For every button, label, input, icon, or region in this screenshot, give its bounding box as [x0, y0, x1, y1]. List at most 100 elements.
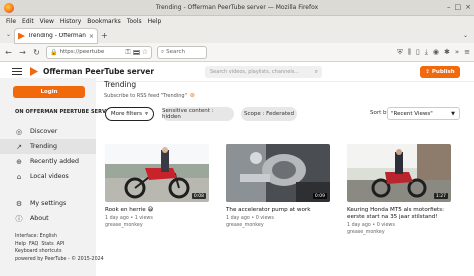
video-card[interactable]: 1:27 Keuring Honda MT5 als motorfiets: e…	[347, 144, 451, 236]
app-menu-icon[interactable]: ≡	[464, 48, 470, 56]
tab-close-icon[interactable]: ×	[89, 33, 94, 40]
tab-title: Trending - Offerman PeerTube	[28, 33, 86, 39]
sidebar-item-discover[interactable]: ◎ Discover	[0, 124, 96, 139]
more-filters-label: More filters	[110, 111, 142, 117]
menu-edit[interactable]: Edit	[22, 18, 34, 25]
forward-icon[interactable]: →	[18, 48, 27, 57]
sidebar-footer: Interface: English Help FAQ Stats API Ke…	[15, 233, 104, 263]
sidebar-item-local-videos[interactable]: ⌂ Local videos	[0, 169, 96, 184]
overflow-menu-icon[interactable]: »	[455, 48, 459, 56]
close-window-button[interactable]: ×	[465, 3, 471, 12]
bookmark-star-icon[interactable]: ☆	[142, 48, 148, 56]
reload-icon[interactable]: ↻	[32, 48, 41, 57]
sidebar-item-about[interactable]: ⓘ About	[0, 211, 96, 226]
permissions-icon[interactable]: ⚿	[125, 48, 130, 57]
publish-button[interactable]: ⇪ Publish	[420, 66, 460, 78]
downloads-icon[interactable]: ⤓	[425, 48, 428, 57]
sidebar-item-trending[interactable]: ↗ Trending	[0, 139, 96, 154]
tab-bar: ⌄ Trending - Offerman PeerTube × + ⌄	[0, 27, 474, 43]
footer-link-stats[interactable]: Stats	[41, 242, 53, 247]
video-title[interactable]: Keuring Honda MT5 als motorfiets: eerste…	[347, 207, 451, 221]
peertube-logo-icon[interactable]	[30, 67, 38, 76]
sidebar-item-label: About	[30, 215, 49, 222]
sidebar-item-label: Discover	[30, 128, 58, 135]
lock-icon: 🔒	[50, 48, 58, 56]
menu-file[interactable]: File	[6, 18, 16, 25]
video-search-input[interactable]: Search videos, playlists, channels... ⌕	[205, 66, 322, 78]
sensitive-content-filter-chip[interactable]: Sensitive content : hidden	[162, 107, 234, 121]
sort-value: "Recent Views"	[391, 110, 433, 117]
video-duration: 0:08	[191, 193, 206, 199]
browser-search-box[interactable]: ⌕ Search	[157, 45, 207, 59]
video-thumbnail[interactable]: 0:09	[226, 144, 330, 202]
tab-trending[interactable]: Trending - Offerman PeerTube ×	[15, 29, 98, 43]
browser-search-placeholder: Search	[166, 49, 185, 55]
sidebar-toggle-icon[interactable]: ▯	[416, 48, 420, 56]
powered-by-text: powered by PeerTube - © 2015-2024	[15, 256, 104, 262]
library-icon[interactable]: ⫼	[408, 48, 411, 57]
video-thumbnail[interactable]: 0:08	[105, 144, 209, 202]
extensions-icon[interactable]: ✱	[444, 48, 450, 56]
tab-overflow-icon[interactable]: ⌄	[6, 31, 11, 38]
list-tabs-button[interactable]: ⌄	[463, 32, 468, 39]
chip-label: Sensitive content : hidden	[162, 108, 214, 120]
search-icon: ⌕	[161, 48, 165, 55]
more-filters-button[interactable]: More filters ⩔	[105, 107, 154, 121]
keyboard-shortcuts-link[interactable]: Keyboard shortcuts	[15, 248, 104, 256]
rss-subscribe[interactable]: Subscribe to RSS feed "Trending" ⊚	[104, 92, 195, 99]
video-title[interactable]: Rook en herrie 😅	[105, 207, 209, 214]
scope-filter-chip[interactable]: Scope : Federated	[241, 107, 297, 121]
video-author[interactable]: grease_monkey	[347, 230, 451, 237]
menu-bookmarks[interactable]: Bookmarks	[87, 18, 121, 25]
sidebar-item-recently-added[interactable]: ⊕ Recently added	[0, 154, 96, 169]
menu-history[interactable]: History	[60, 18, 81, 25]
search-icon[interactable]: ⌕	[315, 68, 318, 76]
hamburger-menu-icon[interactable]	[12, 68, 22, 75]
video-card[interactable]: 0:08 Rook en herrie 😅 1 day ago • 1 view…	[105, 144, 209, 229]
video-search-placeholder: Search videos, playlists, channels...	[210, 69, 300, 75]
video-duration: 0:09	[312, 193, 327, 199]
shield-icon[interactable]: ⛨	[397, 48, 402, 57]
page-title: Trending	[104, 80, 137, 89]
rss-text: Subscribe to RSS feed "Trending"	[104, 92, 187, 99]
sidebar-item-my-settings[interactable]: ⚙ My settings	[0, 196, 96, 211]
rss-icon[interactable]: ⊚	[190, 92, 195, 99]
menu-help[interactable]: Help	[148, 18, 162, 25]
url-text[interactable]: https://peertube	[59, 49, 123, 55]
video-author[interactable]: grease_monkey	[105, 223, 209, 230]
menu-view[interactable]: View	[40, 18, 54, 25]
menu-tools[interactable]: Tools	[127, 18, 142, 25]
footer-link-faq[interactable]: FAQ	[29, 242, 38, 247]
login-button[interactable]: Login	[13, 86, 85, 98]
address-bar[interactable]: 🔒 https://peertube ⚿ ☆	[46, 45, 152, 59]
video-author[interactable]: grease_monkey	[226, 223, 330, 230]
video-title[interactable]: The accelerator pump at work	[226, 207, 330, 214]
sort-select[interactable]: "Recent Views" ▼	[387, 107, 460, 120]
info-icon: ⓘ	[15, 214, 23, 223]
sidebar-item-label: Recently added	[30, 158, 79, 165]
window-title: Trending - Offerman PeerTube server — Mo…	[155, 4, 319, 11]
chevron-down-icon: ▼	[451, 110, 455, 117]
new-tab-button[interactable]: +	[101, 31, 108, 40]
footer-link-help[interactable]: Help	[15, 242, 26, 247]
minimize-button[interactable]: –	[447, 3, 451, 12]
compass-icon: ◎	[15, 127, 23, 136]
video-duration: 1:27	[433, 193, 448, 199]
navigation-toolbar: ← → ↻ 🔒 https://peertube ⚿ ☆ ⌕ Search ⛨ …	[0, 43, 474, 62]
peertube-favicon-icon	[18, 32, 26, 40]
back-icon[interactable]: ←	[4, 48, 13, 57]
sidebar-section-title: ON OFFERMAN PEERTUBE SERVER	[15, 109, 114, 115]
video-thumbnail[interactable]: 1:27	[347, 144, 451, 202]
interface-language-link[interactable]: Interface: English	[15, 233, 104, 241]
language-flag-icon[interactable]	[132, 49, 140, 55]
account-icon[interactable]: ◉	[433, 48, 439, 56]
site-name[interactable]: Offerman PeerTube server	[43, 67, 154, 76]
gear-icon: ⚙	[15, 199, 23, 208]
chip-label: Scope : Federated	[244, 111, 294, 117]
plus-icon: ⊕	[16, 157, 22, 166]
video-card[interactable]: 0:09 The accelerator pump at work 1 day …	[226, 144, 330, 229]
upload-icon: ⇪	[425, 69, 430, 75]
maximize-button[interactable]: □	[455, 3, 462, 12]
sidebar-item-label: Trending	[30, 143, 57, 150]
footer-link-api[interactable]: API	[57, 242, 65, 247]
